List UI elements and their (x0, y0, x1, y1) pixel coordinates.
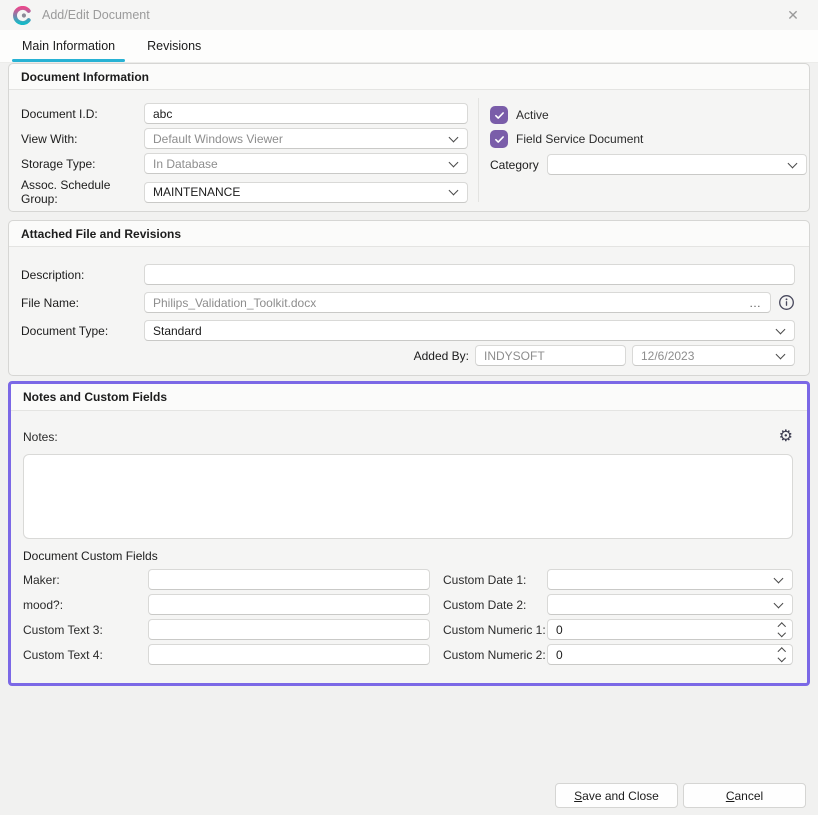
custom-date-2-label: Custom Date 2: (443, 598, 547, 612)
storage-type-select[interactable]: In Database (144, 153, 468, 174)
mood-label: mood?: (23, 598, 148, 612)
chevron-down-icon (449, 132, 459, 142)
gear-icon[interactable]: ⚙ (779, 429, 793, 445)
tab-bar: Main Information Revisions (0, 30, 818, 63)
chevron-down-icon (774, 573, 784, 583)
document-type-label: Document Type: (21, 324, 144, 338)
file-name-input[interactable]: Philips_Validation_Toolkit.docx … (144, 292, 771, 313)
custom-text-4-input[interactable] (148, 644, 430, 665)
save-and-close-button[interactable]: Save and Close (555, 783, 678, 808)
field-service-document-checkbox[interactable] (490, 130, 508, 148)
notes-textarea[interactable] (23, 454, 793, 539)
view-with-select[interactable]: Default Windows Viewer (144, 128, 468, 149)
custom-date-2-select[interactable] (547, 594, 793, 615)
attached-file-section: Attached File and Revisions Description:… (8, 220, 810, 376)
info-icon[interactable] (778, 294, 795, 311)
notes-custom-fields-section: Notes and Custom Fields Notes: ⚙ Documen… (8, 381, 810, 686)
spinner-arrows-icon (779, 649, 785, 660)
chevron-down-icon (787, 158, 797, 168)
titlebar: Add/Edit Document ✕ (0, 0, 818, 30)
cancel-button[interactable]: Cancel (683, 783, 806, 808)
maker-input[interactable] (148, 569, 430, 590)
custom-fields-title: Document Custom Fields (23, 549, 793, 563)
document-id-label: Document I.D: (21, 107, 144, 121)
close-icon[interactable]: ✕ (782, 4, 804, 26)
category-label: Category (490, 158, 539, 172)
assoc-schedule-group-label: Assoc. Schedule Group: (21, 178, 144, 206)
chevron-down-icon (776, 349, 786, 359)
window-title: Add/Edit Document (42, 8, 150, 22)
description-label: Description: (21, 268, 144, 282)
tab-revisions[interactable]: Revisions (137, 39, 211, 62)
category-select[interactable] (547, 154, 807, 175)
active-checkbox-label: Active (516, 108, 549, 122)
chevron-down-icon (774, 598, 784, 608)
notes-label: Notes: (23, 430, 58, 444)
section-header: Notes and Custom Fields (11, 384, 807, 411)
custom-numeric-2-stepper[interactable]: 0 (547, 644, 793, 665)
added-by-label: Added By: (414, 349, 469, 363)
app-logo-icon (13, 6, 32, 25)
field-service-document-label: Field Service Document (516, 132, 643, 146)
column-divider (478, 98, 479, 202)
section-header: Document Information (9, 64, 809, 90)
active-checkbox[interactable] (490, 106, 508, 124)
document-id-input[interactable] (144, 103, 468, 124)
view-with-label: View With: (21, 132, 144, 146)
description-input[interactable] (144, 264, 795, 285)
document-type-select[interactable]: Standard (144, 320, 795, 341)
custom-text-3-label: Custom Text 3: (23, 623, 148, 637)
mood-input[interactable] (148, 594, 430, 615)
chevron-down-icon (449, 157, 459, 167)
custom-text-4-label: Custom Text 4: (23, 648, 148, 662)
added-by-date-select[interactable]: 12/6/2023 (632, 345, 795, 366)
custom-numeric-1-label: Custom Numeric 1: (443, 623, 547, 637)
storage-type-label: Storage Type: (21, 157, 144, 171)
file-name-label: File Name: (21, 296, 144, 310)
custom-numeric-1-stepper[interactable]: 0 (547, 619, 793, 640)
chevron-down-icon (776, 324, 786, 334)
tab-main-information[interactable]: Main Information (12, 39, 125, 62)
assoc-schedule-group-select[interactable]: MAINTENANCE (144, 182, 468, 203)
custom-numeric-2-label: Custom Numeric 2: (443, 648, 547, 662)
document-information-section: Document Information Document I.D: View … (8, 63, 810, 212)
section-header: Attached File and Revisions (9, 221, 809, 247)
custom-date-1-select[interactable] (547, 569, 793, 590)
custom-date-1-label: Custom Date 1: (443, 573, 547, 587)
add-edit-document-dialog: Add/Edit Document ✕ Main Information Rev… (0, 0, 818, 815)
custom-text-3-input[interactable] (148, 619, 430, 640)
spinner-arrows-icon (779, 624, 785, 635)
maker-label: Maker: (23, 573, 148, 587)
added-by-user-input[interactable] (475, 345, 626, 366)
browse-button[interactable]: … (749, 293, 762, 312)
chevron-down-icon (449, 186, 459, 196)
